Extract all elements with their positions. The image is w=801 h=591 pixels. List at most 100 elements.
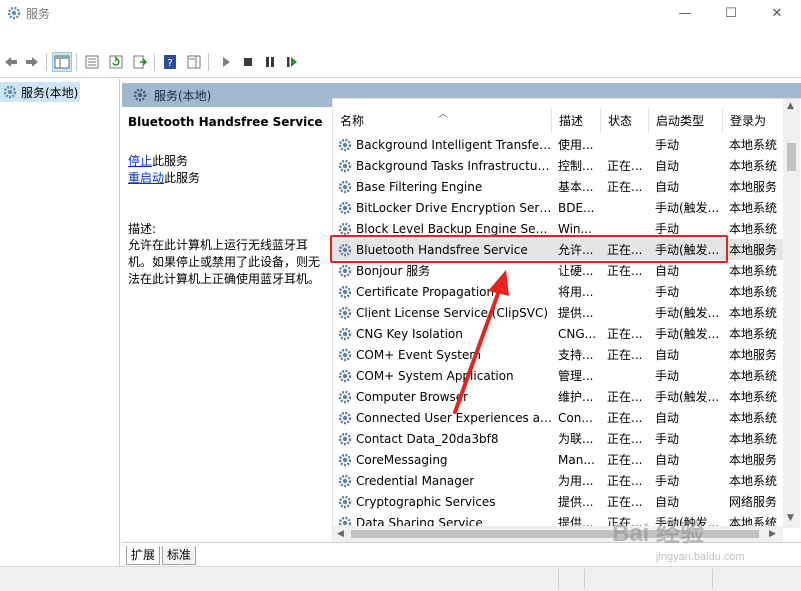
gear-icon — [338, 327, 352, 340]
toolbar-separator — [154, 53, 155, 71]
scroll-up-icon[interactable]: ▲ — [787, 101, 794, 111]
table-row[interactable]: COM+ System Application 管理... 手动 本地系统 — [333, 365, 783, 386]
gear-icon — [338, 138, 352, 151]
cell-startup-type: 手动 — [655, 369, 680, 383]
gear-icon — [338, 348, 352, 361]
table-row[interactable]: Contact Data_20da3bf8 为联... 正在... 手动 本地系统 — [333, 428, 783, 449]
menu-bar — [0, 28, 801, 48]
cell-description: 维护... — [558, 390, 594, 404]
cell-status: 正在... — [607, 327, 643, 341]
column-header-desc[interactable]: 描述 — [552, 109, 601, 133]
cell-name: Bonjour 服务 — [333, 262, 552, 279]
table-row[interactable]: Base Filtering Engine 基本... 正在... 自动 本地服务 — [333, 176, 783, 197]
cell-name: Background Intelligent Transfer... — [333, 137, 552, 153]
cell-status: 正在... — [607, 411, 643, 425]
cell-logon-as: 本地系统 — [729, 222, 778, 236]
help-icon[interactable]: ? — [160, 52, 180, 72]
export-list-icon[interactable] — [130, 52, 150, 72]
tree-item-services-local[interactable]: 服务(本地) — [0, 82, 80, 102]
table-row[interactable]: Credential Manager 为用... 正在... 手动 本地系统 — [333, 470, 783, 491]
cell-status: 正在... — [607, 474, 643, 488]
column-header-state[interactable]: 状态 — [601, 109, 649, 133]
table-row[interactable]: Cryptographic Services 提供... 正在... 自动 网络服务 — [333, 491, 783, 512]
cell-description: Con... — [558, 410, 593, 425]
cell-description: 为联... — [558, 432, 594, 446]
table-row[interactable]: Certificate Propagation 将用... 手动 本地系统 — [333, 281, 783, 302]
cell-name: Credential Manager — [333, 473, 552, 489]
cell-logon-as: 本地系统 — [729, 411, 778, 425]
title-bar: 服务 — ☐ ✕ — [0, 0, 801, 28]
forward-arrow-icon[interactable] — [22, 52, 42, 72]
pause-service-icon[interactable] — [260, 52, 280, 72]
table-row[interactable]: CoreMessaging Man... 正在... 自动 本地服务 — [333, 449, 783, 470]
minimize-button[interactable]: — — [662, 0, 708, 26]
stop-service-link[interactable]: 停止 — [128, 154, 152, 168]
table-row[interactable]: Client License Service (ClipSVC) 提供... 手动(… — [333, 302, 783, 323]
horizontal-scrollbar[interactable]: ◀ ▶ — [333, 526, 783, 542]
back-arrow-icon[interactable] — [1, 52, 21, 72]
start-service-icon[interactable] — [216, 52, 236, 72]
stop-service-icon[interactable] — [238, 52, 258, 72]
table-row[interactable]: CNG Key Isolation CNG... 正在... 手动(触发... 本地系统 — [333, 323, 783, 344]
table-row[interactable]: Background Intelligent Transfer... 使用... 手… — [333, 134, 783, 155]
maximize-button[interactable]: ☐ — [708, 0, 754, 26]
cell-status: 正在... — [607, 159, 643, 173]
cell-logon-as: 本地系统 — [729, 201, 778, 215]
table-row[interactable]: Connected User Experiences an... Con... 正在… — [333, 407, 783, 428]
close-button[interactable]: ✕ — [754, 0, 800, 26]
cell-description: 将用... — [558, 285, 594, 299]
cell-name: Background Tasks Infrastructur... — [333, 158, 552, 174]
console-tree: 服务(本地) — [0, 79, 120, 591]
cell-startup-type: 自动 — [655, 495, 680, 509]
service-name: Bonjour 服务 — [356, 264, 431, 278]
cell-description: 控制... — [558, 159, 594, 173]
show-hide-console-tree-icon[interactable] — [52, 52, 72, 72]
vertical-scroll-thumb[interactable] — [787, 143, 796, 171]
table-row[interactable]: Computer Browser 维护... 正在... 手动(触发... 本地系统 — [333, 386, 783, 407]
cell-description: BDE... — [558, 200, 595, 215]
cell-startup-type: 自动 — [655, 264, 680, 278]
cell-description: 让硬... — [558, 264, 594, 278]
refresh-icon[interactable] — [106, 52, 126, 72]
gear-icon — [338, 180, 352, 193]
column-header-logon[interactable]: 登录为 — [723, 109, 783, 133]
cell-startup-type: 手动 — [655, 432, 680, 446]
table-row[interactable]: BitLocker Drive Encryption Servi... BDE..… — [333, 197, 783, 218]
restart-service-link[interactable]: 重启动 — [128, 171, 164, 185]
service-name: COM+ Event System — [356, 347, 481, 362]
cell-status: 正在... — [607, 264, 643, 278]
cell-name: Connected User Experiences an... — [333, 410, 552, 426]
list-rows: Background Intelligent Transfer... 使用... 手… — [333, 134, 783, 528]
cell-logon-as: 本地系统 — [729, 306, 778, 320]
column-header-name[interactable]: ︿ 名称 — [333, 109, 552, 133]
scroll-right-icon[interactable]: ▶ — [769, 529, 776, 539]
scroll-left-icon[interactable]: ◀ — [337, 529, 344, 539]
properties-icon[interactable] — [82, 52, 102, 72]
cell-name: COM+ Event System — [333, 347, 552, 363]
cell-logon-as: 本地系统 — [729, 285, 778, 299]
restart-service-icon[interactable] — [282, 52, 302, 72]
tab-standard[interactable]: 标准 — [162, 546, 197, 565]
vertical-scrollbar[interactable]: ▲ ▼ — [783, 99, 800, 528]
gear-icon — [338, 159, 352, 172]
cell-description: Win... — [558, 221, 592, 236]
column-header-startup[interactable]: 启动类型 — [649, 109, 723, 133]
description-pane: Bluetooth Handsfree Service 停止此服务 重启动此服务… — [122, 107, 332, 542]
cell-status: 正在... — [607, 495, 643, 509]
cell-logon-as: 本地系统 — [729, 159, 778, 173]
cell-logon-as: 本地系统 — [729, 369, 778, 383]
service-name: Connected User Experiences an... — [356, 410, 552, 425]
cell-name: CNG Key Isolation — [333, 326, 552, 342]
table-row[interactable]: Bonjour 服务 让硬... 正在... 自动 本地系统 — [333, 260, 783, 281]
show-action-pane-icon[interactable] — [184, 52, 204, 72]
scroll-down-icon[interactable]: ▼ — [787, 513, 794, 523]
table-row[interactable]: Background Tasks Infrastructur... 控制... 正在… — [333, 155, 783, 176]
tree-item-label: 服务(本地) — [21, 85, 79, 100]
cell-logon-as: 本地系统 — [729, 327, 778, 341]
tab-extended[interactable]: 扩展 — [126, 546, 161, 565]
cell-status: 正在... — [607, 432, 643, 446]
watermark-logo: Bai 经验 — [612, 520, 705, 547]
list-header: ︿ 名称 描述 状态 启动类型 登录为 — [333, 109, 783, 133]
cell-status: 正在... — [607, 453, 643, 467]
table-row[interactable]: COM+ Event System 支持... 正在... 自动 本地服务 — [333, 344, 783, 365]
